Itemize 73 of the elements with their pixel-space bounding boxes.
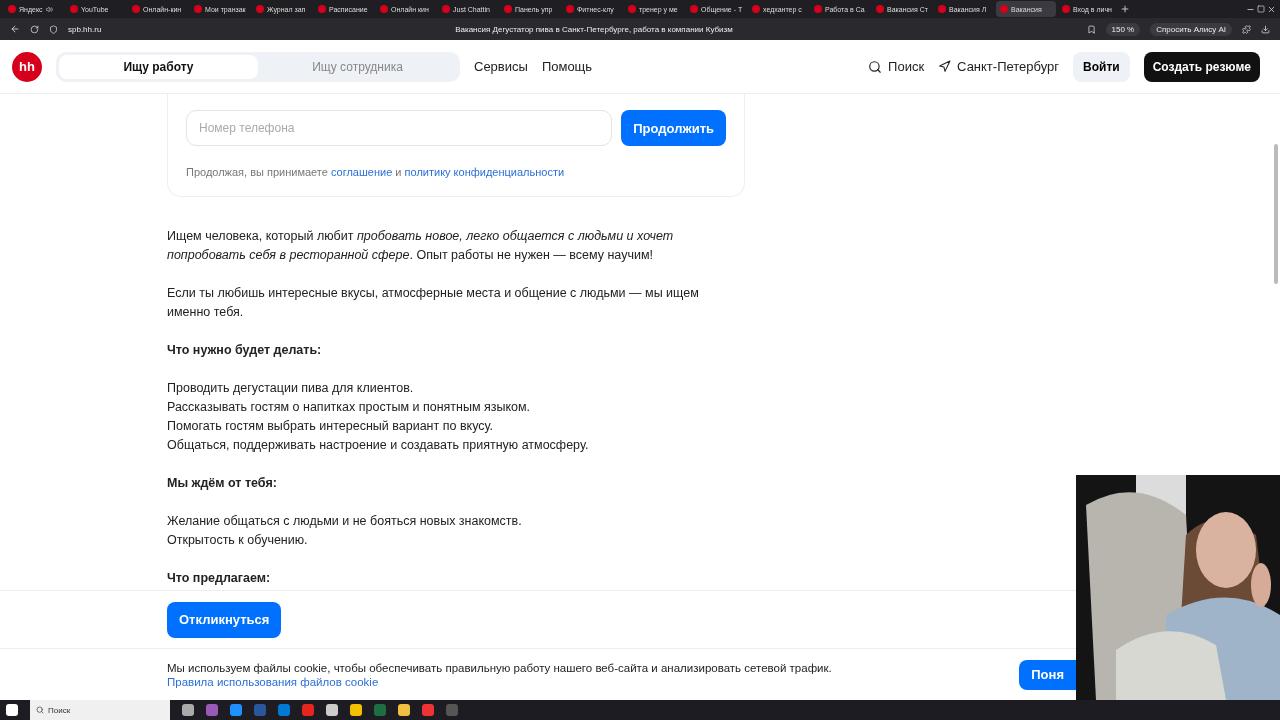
- favicon-icon: [256, 5, 264, 13]
- create-resume-button[interactable]: Создать резюме: [1143, 51, 1260, 82]
- zoom-level[interactable]: 150 %: [1105, 22, 1141, 36]
- favicon-icon: [380, 5, 388, 13]
- favicon-icon: [8, 5, 16, 13]
- page-title: Вакансия Дегустатор пива в Санкт-Петербурге, работа в компании Кубизм: [454, 24, 734, 34]
- description-line: Проводить дегустации пива для клиентов.: [167, 380, 415, 397]
- description-line: Рассказывать гостям о напитках простым и понятным языком.: [167, 399, 532, 416]
- extensions-icon[interactable]: [1242, 24, 1251, 34]
- description-paragraph: Если ты любишь интересные вкусы, атмосферные места и общение с людьми — мы ищем именно тебя.: [167, 285, 700, 321]
- taskbar-search[interactable]: Поиск: [30, 700, 170, 720]
- favicon-icon: [70, 5, 78, 13]
- taskbar-app-icon[interactable]: [182, 704, 194, 716]
- download-icon[interactable]: [1261, 24, 1270, 34]
- favicon-icon: [566, 5, 574, 13]
- favicon-icon: [442, 5, 450, 13]
- agreement-link[interactable]: соглашение: [330, 166, 393, 178]
- cookie-text: Мы используем файлы cookie, чтобы обеспечивать правильную работу нашего веб-сайта и анализировать сетевой трафик.: [167, 661, 833, 674]
- favicon-icon: [1062, 5, 1070, 13]
- new-tab-icon[interactable]: [1120, 4, 1130, 14]
- login-button[interactable]: Войти: [1073, 51, 1130, 82]
- bookmark-icon[interactable]: [1086, 24, 1096, 34]
- favicon-icon: [504, 5, 512, 13]
- taskbar-app-icon[interactable]: [230, 704, 242, 716]
- close-icon[interactable]: [1267, 4, 1276, 14]
- search-link[interactable]: Поиск: [868, 59, 925, 74]
- favicon-icon: [132, 5, 140, 13]
- taskbar-app-icon[interactable]: [350, 704, 362, 716]
- site-logo[interactable]: hh: [12, 51, 42, 82]
- favicon-icon: [876, 5, 884, 13]
- accept-button[interactable]: Поня: [1019, 659, 1076, 690]
- shield-icon: [49, 24, 58, 34]
- favicon-icon: [690, 5, 698, 13]
- description-paragraph: Ищем человека, который любит пробовать новое, легко общается с людьми и хочет попробовать себя в ресторанной сфере. Опыт работы не нужен — всему научим!: [167, 228, 675, 264]
- taskbar-app-icon[interactable]: [422, 704, 434, 716]
- phone-field[interactable]: Номер телефона: [186, 110, 613, 146]
- back-icon[interactable]: [10, 24, 20, 34]
- respond-button[interactable]: Откликнуться: [167, 601, 282, 638]
- location-arrow-icon: [938, 60, 952, 73]
- favicon-icon: [1000, 5, 1008, 13]
- address-text[interactable]: spb.hh.ru: [68, 24, 102, 34]
- section-heading: Что предлагаем:: [167, 570, 272, 587]
- reload-icon[interactable]: [30, 24, 39, 34]
- taskbar-app-icon[interactable]: [302, 704, 314, 716]
- section-heading: Что нужно будет делать:: [167, 342, 323, 359]
- maximize-icon[interactable]: [1257, 5, 1265, 13]
- favicon-icon: [814, 5, 822, 13]
- description-line: Открытость к обучению.: [167, 532, 309, 549]
- nav-link[interactable]: Помощь: [541, 59, 593, 74]
- privacy-link[interactable]: политику конфиденциальности: [404, 166, 565, 178]
- description-line: Желание общаться с людьми и не бояться новых знакомств.: [167, 513, 523, 530]
- cookie-rules-link[interactable]: Правила использования файлов cookie: [167, 675, 1020, 688]
- taskbar-app-icon[interactable]: [278, 704, 290, 716]
- section-heading: Мы ждём от тебя:: [167, 475, 278, 492]
- assistant-button[interactable]: Спросить Алису AI: [1150, 22, 1232, 36]
- description-line: Помогать гостям выбрать интересный вариант по вкусу.: [167, 418, 494, 435]
- favicon-icon: [194, 5, 202, 13]
- favicon-icon: [628, 5, 636, 13]
- search-icon: [868, 59, 883, 74]
- taskbar-app-icon[interactable]: [326, 704, 338, 716]
- favicon-icon: [752, 5, 760, 13]
- favicon-icon: [318, 5, 326, 13]
- favicon-icon: [938, 5, 946, 13]
- description-line: Общаться, поддерживать настроение и создавать приятную атмосферу.: [167, 437, 590, 454]
- start-icon[interactable]: [6, 704, 18, 716]
- scrollbar-thumb[interactable]: [1274, 144, 1278, 284]
- city-link[interactable]: Санкт-Петербург: [938, 59, 1060, 74]
- taskbar-app-icon[interactable]: [398, 704, 410, 716]
- continue-button[interactable]: Продолжить: [621, 110, 726, 146]
- search-icon: [36, 706, 44, 714]
- consent-text: Продолжая, вы принимаете соглашение и политику конфиденциальности: [186, 166, 566, 178]
- mode-tab[interactable]: Ищу работу: [59, 54, 258, 79]
- nav-link[interactable]: Сервисы: [474, 59, 528, 74]
